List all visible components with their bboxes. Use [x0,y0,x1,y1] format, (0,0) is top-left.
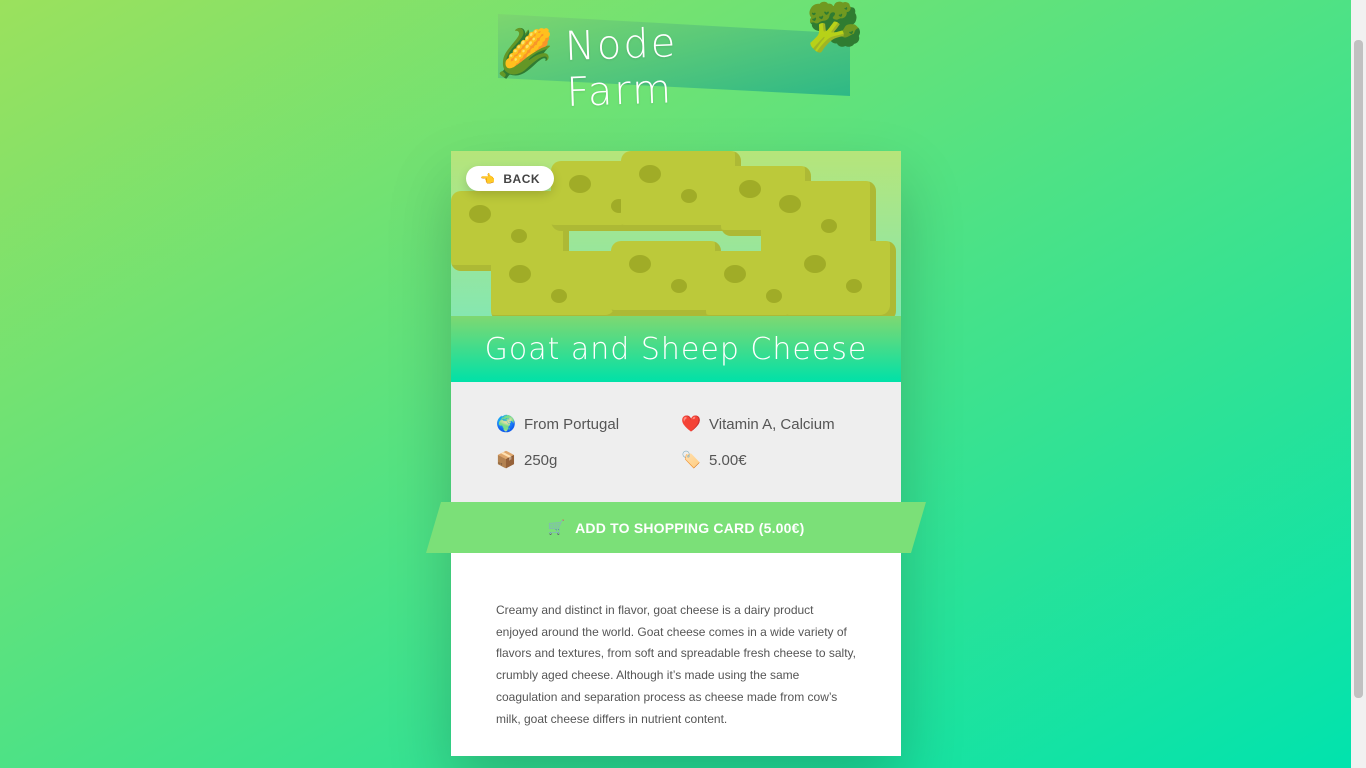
add-to-cart-button[interactable]: 🛒 ADD TO SHOPPING CARD (5.00€) [426,502,926,553]
add-to-cart-label: ADD TO SHOPPING CARD (5.00€) [575,519,805,536]
pointing-left-icon: 👈 [479,171,496,186]
detail-quantity-text: 250g [524,451,558,469]
detail-price: 🏷️ 5.00€ [681,450,747,470]
detail-nutrients-text: Vitamin A, Calcium [709,415,835,433]
back-label: BACK [503,171,541,186]
back-button[interactable]: 👈 BACK [466,166,554,191]
product-description: Creamy and distinct in flavor, goat chee… [496,603,856,726]
globe-icon: 🌍 [496,416,516,433]
detail-quantity: 📦 250g [496,450,557,470]
detail-origin-text: From Portugal [524,415,620,433]
heart-icon: ❤️ [681,416,701,433]
detail-price-text: 5.00€ [709,451,747,469]
scrollbar-thumb[interactable] [1354,40,1363,698]
shopping-cart-icon: 🛒 [547,519,566,535]
product-title-band: Goat and Sheep Cheese [451,316,901,382]
price-tag-icon: 🏷️ [681,452,701,469]
corn-icon: 🌽 [496,27,554,79]
package-icon: 📦 [496,452,516,469]
detail-origin: 🌍 From Portugal [496,414,619,434]
broccoli-icon: 🥦 [806,1,864,53]
page-scrollbar[interactable] [1351,0,1366,768]
product-title: Goat and Sheep Cheese [484,331,868,367]
site-header: 🌽 Node Farm 🥦 [0,0,1351,116]
product-details: 🌍 From Portugal ❤️ Vitamin A, Calcium 📦 … [451,382,901,512]
cheese-image: 👈 BACK [451,151,901,316]
detail-nutrients: ❤️ Vitamin A, Calcium [681,414,835,434]
site-title[interactable]: Node Farm [564,16,796,116]
